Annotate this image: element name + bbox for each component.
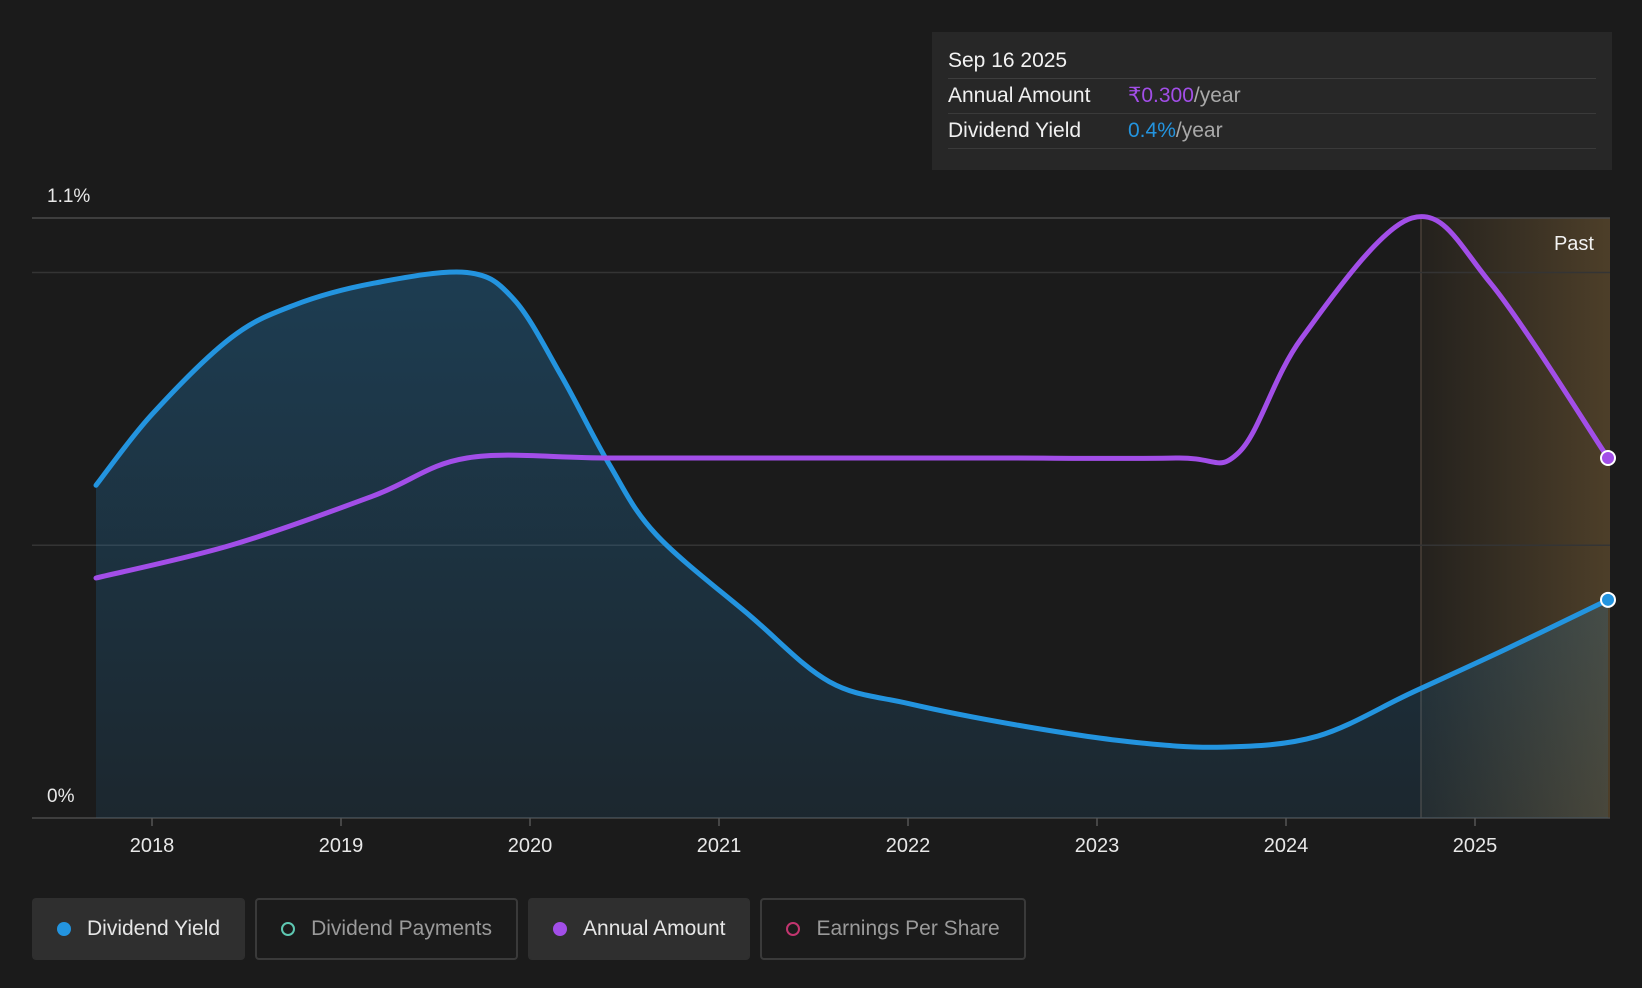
- x-tick-label: 2024: [1264, 835, 1309, 857]
- tooltip-value: ₹0.300: [1128, 84, 1194, 107]
- tooltip-unit: /year: [1193, 84, 1241, 107]
- tooltip-value: 0.4%: [1128, 119, 1176, 142]
- y-tick-label: 1.1%: [47, 186, 90, 207]
- chart-tooltip: Sep 16 2025 Annual Amount ₹0.300 /year D…: [932, 32, 1612, 170]
- tooltip-label: Dividend Yield: [948, 119, 1082, 142]
- tooltip-row-dividend-yield: Dividend Yield 0.4% /year: [948, 114, 1596, 149]
- tooltip-date: Sep 16 2025: [948, 46, 1596, 79]
- legend-annual-amount-button[interactable]: Annual Amount: [528, 898, 751, 960]
- legend-label: Dividend Payments: [311, 917, 493, 940]
- x-tick-label: 2020: [508, 835, 553, 857]
- x-tick-label: 2019: [319, 835, 364, 857]
- legend-dividend-payments-button[interactable]: Dividend Payments: [255, 898, 519, 960]
- x-tick-label: 2022: [886, 835, 931, 857]
- x-tick-label: 2023: [1075, 835, 1120, 857]
- chart-legend: Dividend Yield Dividend Payments Annual …: [32, 898, 1026, 960]
- legend-dot-icon: [57, 922, 71, 936]
- dividend-yield-endpoint: [1600, 591, 1616, 608]
- y-tick-label: 0%: [47, 786, 75, 807]
- x-tick-label: 2018: [130, 835, 175, 857]
- tooltip-row-annual-amount: Annual Amount ₹0.300 /year: [948, 79, 1596, 114]
- legend-earnings-per-share-button[interactable]: Earnings Per Share: [760, 898, 1026, 960]
- tooltip-unit: /year: [1175, 119, 1223, 142]
- legend-ring-icon: [786, 922, 801, 936]
- legend-label: Annual Amount: [583, 917, 726, 940]
- x-tick-label: 2025: [1453, 835, 1498, 857]
- legend-label: Dividend Yield: [87, 917, 221, 940]
- legend-label: Earnings Per Share: [816, 917, 1000, 940]
- tooltip-label: Annual Amount: [948, 84, 1091, 107]
- legend-dividend-yield-button[interactable]: Dividend Yield: [32, 898, 246, 960]
- annual-amount-endpoint: [1600, 450, 1616, 466]
- legend-dot-icon: [553, 922, 568, 936]
- past-label: Past: [1554, 233, 1594, 255]
- legend-ring-icon: [281, 922, 296, 936]
- x-tick-label: 2021: [697, 835, 742, 857]
